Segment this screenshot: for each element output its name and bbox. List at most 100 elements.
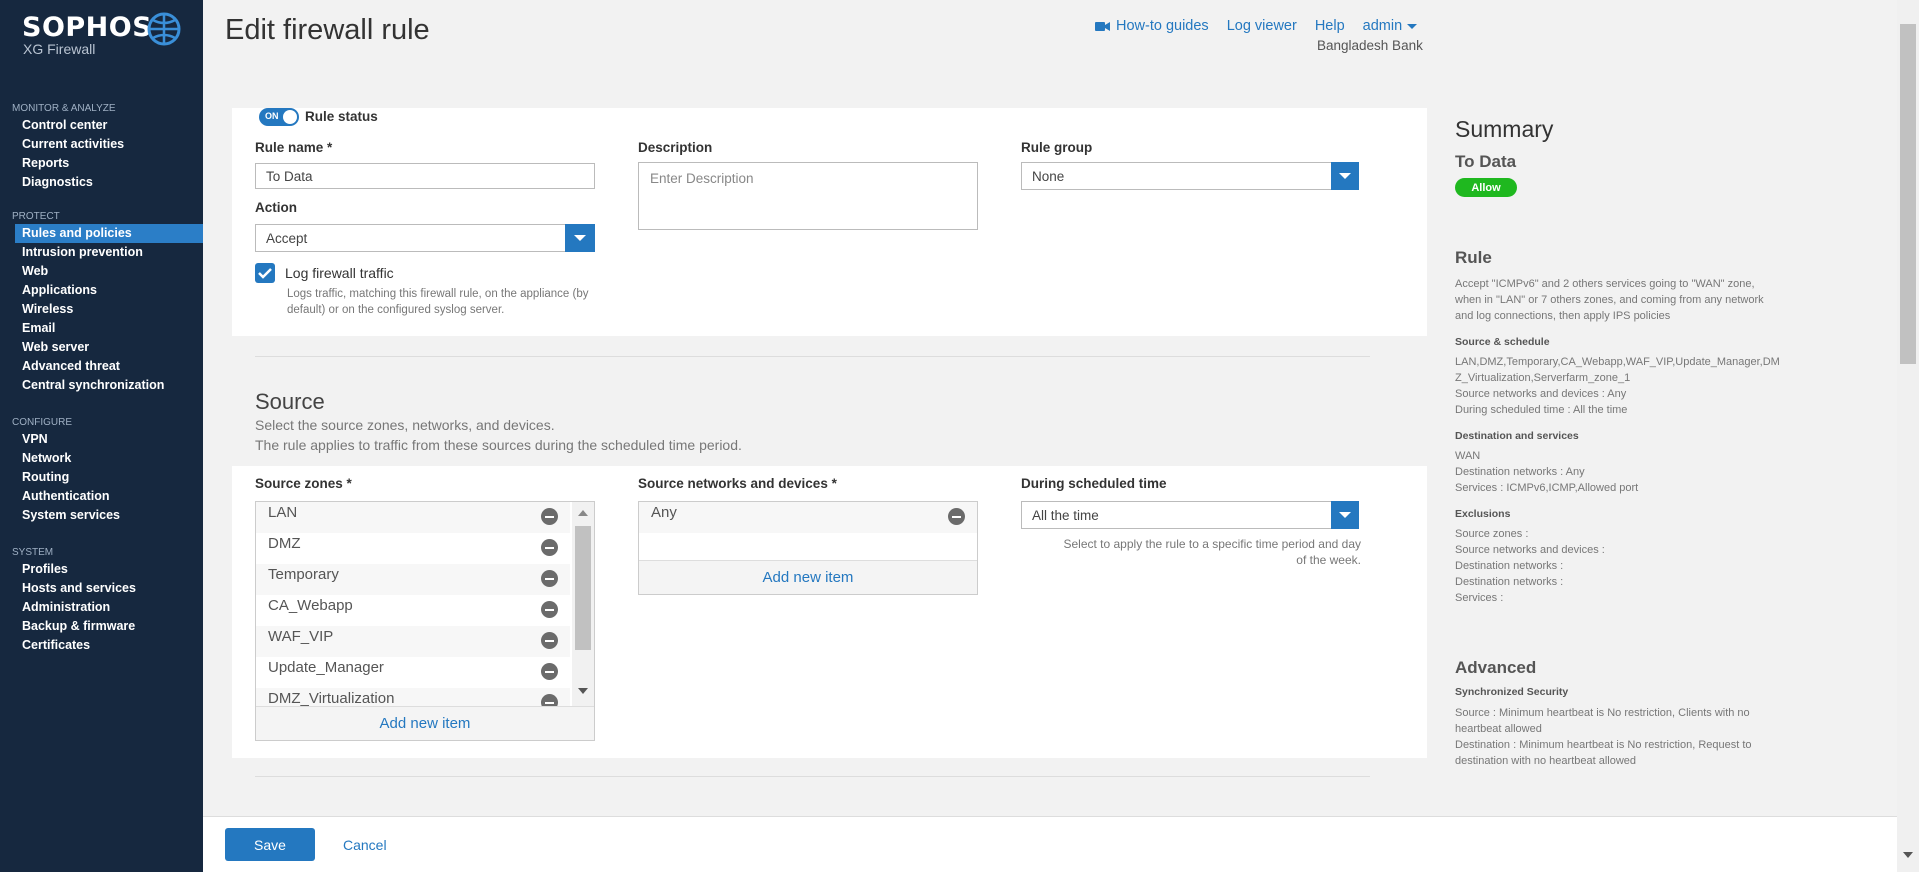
nav-item-central-synchronization[interactable]: Central synchronization	[0, 376, 203, 395]
save-button[interactable]: Save	[225, 828, 315, 861]
nav-item-current-activities[interactable]: Current activities	[0, 135, 203, 154]
nav-item-certificates[interactable]: Certificates	[0, 636, 203, 655]
add-network-button[interactable]: Add new item	[639, 560, 977, 594]
nav-item-backup-firmware[interactable]: Backup & firmware	[0, 617, 203, 636]
source-zones-list[interactable]: LAN DMZ Temporary CA_Webapp WAF_VIP Upda…	[255, 501, 595, 741]
nav-item-vpn[interactable]: VPN	[0, 430, 203, 449]
nav-section-monitor: MONITOR & ANALYZE Control center Current…	[0, 102, 203, 192]
source-desc-1: Select the source zones, networks, and d…	[255, 417, 555, 433]
action-label: Action	[255, 200, 297, 215]
add-network-label: Add new item	[762, 569, 854, 586]
summary-exc-dest-networks: Destination networks :	[1455, 560, 1564, 572]
rule-name-input[interactable]: To Data	[255, 163, 595, 189]
organization-name: Bangladesh Bank	[1317, 38, 1423, 53]
log-viewer-link[interactable]: Log viewer	[1227, 18, 1297, 34]
nav-item-network[interactable]: Network	[0, 449, 203, 468]
scroll-thumb[interactable]	[575, 526, 591, 650]
nav-item-web[interactable]: Web	[0, 262, 203, 281]
help-link[interactable]: Help	[1315, 18, 1345, 34]
scroll-up-icon[interactable]	[578, 510, 588, 516]
nav-item-hosts-and-services[interactable]: Hosts and services	[0, 579, 203, 598]
nav-item-profiles[interactable]: Profiles	[0, 560, 203, 579]
summary-source-networks: Source networks and devices : Any	[1455, 388, 1627, 400]
nav-item-email[interactable]: Email	[0, 319, 203, 338]
remove-icon[interactable]	[541, 570, 558, 587]
remove-icon[interactable]	[541, 663, 558, 680]
page-scrollbar[interactable]	[1897, 0, 1919, 872]
summary-dest-networks: Destination networks : Any	[1455, 466, 1585, 478]
summary-exclusions-heading: Exclusions	[1455, 508, 1511, 520]
nav-section-title: PROTECT	[12, 211, 60, 222]
source-panel: Source zones * LAN DMZ Temporary CA_Weba…	[232, 466, 1427, 758]
description-textarea[interactable]: Enter Description	[638, 162, 978, 230]
nav-item-administration[interactable]: Administration	[0, 598, 203, 617]
video-camera-icon	[1095, 21, 1110, 31]
nav-item-routing[interactable]: Routing	[0, 468, 203, 487]
source-networks-list[interactable]: Any Add new item	[638, 501, 978, 595]
summary-exc-source-networks: Source networks and devices :	[1455, 544, 1605, 556]
summary-advanced-heading: Advanced	[1455, 658, 1537, 677]
add-zone-label: Add new item	[379, 715, 471, 732]
rule-status-toggle[interactable]: ON	[259, 108, 299, 126]
remove-icon[interactable]	[541, 508, 558, 525]
zone-row-dmz-virtualization: DMZ_Virtualization	[256, 688, 570, 706]
brand-logo[interactable]: SOPHOS XG Firewall	[22, 12, 152, 57]
nav-item-system-services[interactable]: System services	[0, 506, 203, 525]
rule-group-dropdown-button[interactable]	[1331, 162, 1359, 190]
action-dropdown-button[interactable]	[565, 224, 595, 252]
rule-settings-panel: ON Rule status Rule name * To Data Actio…	[232, 108, 1427, 336]
schedule-dropdown-button[interactable]	[1331, 501, 1359, 529]
schedule-label: During scheduled time	[1021, 476, 1167, 491]
nav-section-title: SYSTEM	[12, 547, 54, 558]
network-row-any: Any	[639, 502, 977, 533]
nav-item-applications[interactable]: Applications	[0, 281, 203, 300]
remove-icon[interactable]	[541, 632, 558, 649]
source-desc-2: The rule applies to traffic from these s…	[255, 437, 742, 453]
summary-source-heading: Source & schedule	[1455, 336, 1550, 348]
nav-item-rules-and-policies[interactable]: Rules and policies	[15, 224, 203, 243]
scroll-down-icon[interactable]	[1903, 852, 1913, 858]
howto-link[interactable]: How-to guides	[1095, 18, 1209, 34]
cancel-button[interactable]: Cancel	[343, 837, 387, 853]
nav-section-title: CONFIGURE	[12, 417, 72, 428]
action-footer: Save Cancel	[203, 816, 1900, 872]
remove-icon[interactable]	[541, 694, 558, 706]
admin-menu[interactable]: admin	[1363, 18, 1418, 34]
nav-item-web-server[interactable]: Web server	[0, 338, 203, 357]
page-scroll-thumb[interactable]	[1900, 24, 1916, 364]
action-select[interactable]: Accept	[255, 224, 565, 252]
nav-item-intrusion-prevention[interactable]: Intrusion prevention	[0, 243, 203, 262]
nav-item-wireless[interactable]: Wireless	[0, 300, 203, 319]
rule-group-select[interactable]: None	[1021, 162, 1331, 190]
rule-name-label: Rule name *	[255, 140, 333, 155]
log-traffic-checkbox[interactable]	[255, 263, 275, 283]
add-zone-button[interactable]: Add new item	[256, 706, 594, 740]
network-name: Any	[651, 504, 677, 521]
summary-dest-heading: Destination and services	[1455, 430, 1579, 442]
zones-scrollbar[interactable]	[572, 502, 594, 706]
schedule-select[interactable]: All the time	[1021, 501, 1331, 529]
nav-item-diagnostics[interactable]: Diagnostics	[0, 173, 203, 192]
checkmark-icon	[258, 268, 272, 279]
nav-item-authentication[interactable]: Authentication	[0, 487, 203, 506]
scroll-down-icon[interactable]	[578, 688, 588, 694]
nav-item-advanced-threat[interactable]: Advanced threat	[0, 357, 203, 376]
allow-badge-label: Allow	[1471, 181, 1501, 194]
summary-sync-heading: Synchronized Security	[1455, 686, 1569, 698]
nav-section-protect: PROTECT Rules and policies Intrusion pre…	[0, 210, 203, 395]
remove-icon[interactable]	[948, 508, 965, 525]
summary-sync-source: Source : Minimum heartbeat is No restric…	[1455, 707, 1750, 735]
brand-name: SOPHOS	[22, 12, 153, 43]
source-zones-label: Source zones *	[255, 476, 352, 491]
nav-item-reports[interactable]: Reports	[0, 154, 203, 173]
caret-down-icon	[1407, 23, 1418, 29]
zone-row-waf-vip: WAF_VIP	[256, 626, 570, 657]
nav-section-title: MONITOR & ANALYZE	[12, 103, 116, 114]
zone-name: Temporary	[268, 566, 339, 583]
admin-label: admin	[1362, 18, 1403, 34]
nav-item-control-center[interactable]: Control center	[0, 116, 203, 135]
source-networks-label: Source networks and devices *	[638, 476, 837, 491]
chevron-down-icon	[574, 235, 586, 241]
remove-icon[interactable]	[541, 539, 558, 556]
remove-icon[interactable]	[541, 601, 558, 618]
